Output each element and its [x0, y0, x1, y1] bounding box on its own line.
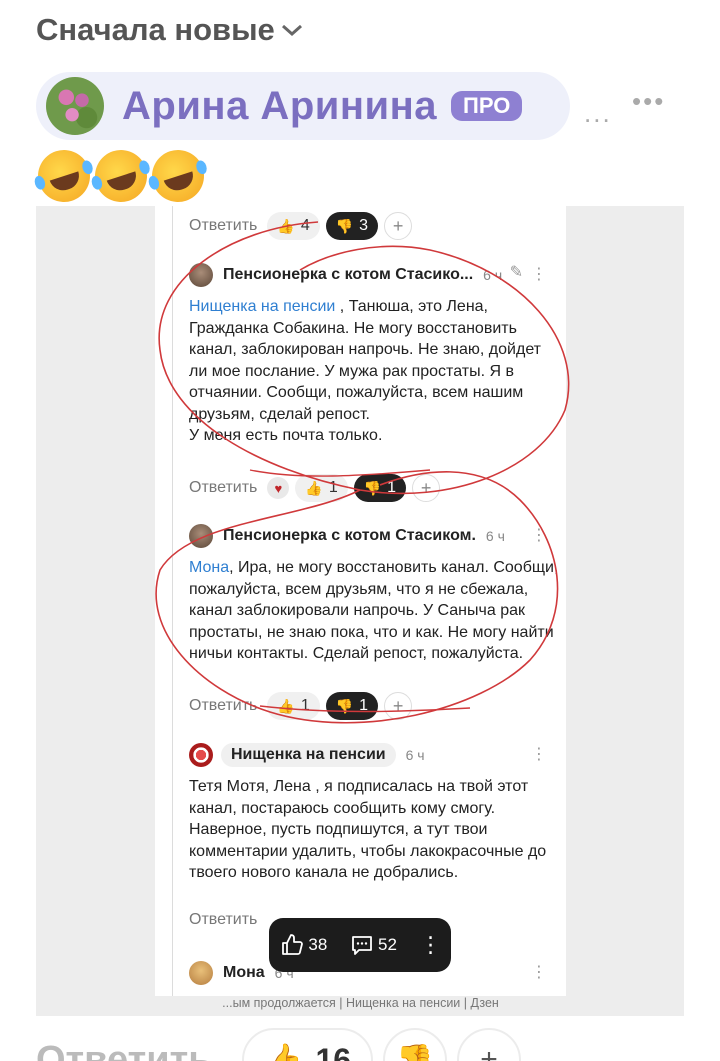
reaction-row: Ответить 👍 1 👎 1 +	[189, 692, 413, 720]
reply-button[interactable]: Ответить	[189, 911, 257, 929]
add-reaction-button[interactable]: +	[412, 474, 441, 502]
rolling-laughing-emoji-icon	[88, 143, 154, 209]
dislike-count: 1	[387, 479, 397, 496]
comment-text: Тетя Мотя, Лена , я подписалась на твой …	[189, 778, 547, 881]
dislike-chip[interactable]: 👎 1	[325, 692, 379, 720]
comment-author-name[interactable]: Мона	[223, 964, 265, 982]
like-count: 16	[315, 1041, 352, 1061]
pencil-icon: ✎	[509, 264, 523, 281]
like-count: 4	[300, 217, 310, 234]
comment-item: Пенсионерка с котом Стасико... 6 ч ✎ ⋮ Н…	[189, 262, 559, 447]
sort-dropdown[interactable]: Сначала новые	[36, 12, 303, 48]
rolling-laughing-emoji-icon	[31, 143, 97, 209]
comment-item: Пенсионерка с котом Стасиком. 6 ч ⋮ Мона…	[189, 523, 559, 665]
kebab-menu-icon[interactable]: ⋮	[420, 932, 442, 958]
dislike-chip[interactable]: 👎 1	[353, 474, 407, 502]
comment-text-line: У меня есть почта только.	[189, 427, 383, 444]
dislike-count: 3	[359, 217, 369, 234]
sort-label: Сначала новые	[36, 12, 275, 47]
comment-count: 52	[378, 935, 397, 954]
thread-line	[172, 206, 173, 996]
thumbs-down-icon: 👎	[363, 479, 382, 496]
dislike-count: 1	[359, 697, 369, 714]
like-count: 1	[300, 697, 310, 714]
comment-time: 6 ч	[485, 528, 505, 544]
reply-button[interactable]: Ответить	[189, 697, 257, 715]
reply-button[interactable]: Ответить	[189, 479, 257, 497]
kebab-menu-icon[interactable]: ⋮	[531, 962, 547, 982]
avatar[interactable]	[189, 524, 213, 548]
avatar[interactable]	[189, 743, 213, 767]
reply-button[interactable]: Ответить	[36, 1039, 212, 1061]
kebab-menu-icon[interactable]: ⋮	[531, 525, 547, 545]
author-name[interactable]: Арина Аринина	[122, 84, 437, 129]
comment-icon	[352, 936, 372, 955]
reply-button[interactable]: Ответить	[189, 217, 257, 235]
comment-author[interactable]: Арина Аринина ПРО	[36, 72, 570, 140]
chevron-down-icon	[281, 24, 302, 37]
dislike-button[interactable]: 👎	[383, 1028, 448, 1061]
thumbs-up-icon	[282, 934, 304, 955]
dislike-chip[interactable]: 👎 3	[325, 212, 379, 240]
comments-button[interactable]: 52	[350, 933, 397, 957]
add-reaction-button[interactable]: +	[384, 212, 413, 240]
kebab-menu-icon[interactable]: ⋮	[531, 264, 547, 284]
comment-time: 6 ч	[483, 267, 503, 283]
comment-author-name[interactable]: Нищенка на пенсии	[221, 743, 396, 767]
kebab-menu-icon[interactable]: ⋮	[531, 744, 547, 764]
reaction-row: Ответить	[189, 911, 261, 929]
like-button[interactable]: 38	[280, 933, 327, 957]
thumbs-down-icon: 👎	[335, 217, 354, 234]
like-chip[interactable]: 👍 16	[241, 1028, 374, 1061]
ellipsis-icon: ...	[584, 98, 612, 128]
comment-text-body: , Ира, не могу восстановить канал. Сообщ…	[189, 559, 559, 662]
thumbs-up-icon: 👍	[305, 479, 323, 496]
avatar[interactable]	[189, 263, 213, 287]
reaction-row: Ответить ♥ 👍 1 👎 1 +	[189, 474, 441, 502]
avatar[interactable]	[189, 961, 213, 985]
thumbs-up-icon: 👍	[277, 217, 295, 234]
like-chip[interactable]: 👍 4	[267, 212, 320, 240]
comment-time: 6 ч	[405, 747, 425, 763]
comment-author-name[interactable]: Пенсионерка с котом Стасико...	[223, 266, 473, 284]
like-count: 38	[308, 935, 328, 954]
mention-link[interactable]: Нищенка на пенсии	[189, 298, 335, 315]
more-menu-button[interactable]: •••	[632, 86, 665, 117]
bottom-reaction-bar: Ответить 👍 16 👎 +	[36, 1028, 522, 1061]
like-chip[interactable]: 👍 1	[295, 474, 348, 502]
add-reaction-button[interactable]: +	[457, 1028, 522, 1061]
floating-action-bar: 38 52 ⋮	[269, 918, 451, 972]
author-heart-icon: ♥	[267, 477, 290, 499]
comment-emoji-text	[31, 143, 211, 209]
comment-item: Нищенка на пенсии 6 ч ⋮ Тетя Мотя, Лена …	[189, 742, 559, 884]
thumbs-up-icon: 👍	[263, 1042, 304, 1061]
comment-author-name[interactable]: Пенсионерка с котом Стасиком.	[223, 527, 476, 545]
comment-text: Мона, Ира, не могу восстановить канал. С…	[189, 557, 559, 665]
avatar[interactable]	[46, 77, 104, 135]
like-chip[interactable]: 👍 1	[267, 692, 320, 720]
add-reaction-button[interactable]: +	[384, 692, 413, 720]
pro-badge: ПРО	[451, 91, 523, 121]
reaction-row: Ответить 👍 4 👎 3 +	[189, 212, 413, 240]
comment-text-body: , Танюша, это Лена, Гражданка Собакина. …	[189, 298, 542, 423]
thumbs-down-icon: 👎	[335, 697, 354, 714]
like-count: 1	[328, 479, 338, 496]
thumbs-up-icon: 👍	[277, 697, 295, 714]
comment-text: Нищенка на пенсии , Танюша, это Лена, Гр…	[189, 296, 559, 447]
mention-link[interactable]: Мона	[189, 559, 229, 576]
source-caption: ...ым продолжается | Нищенка на пенсии |…	[222, 996, 499, 1010]
rolling-laughing-emoji-icon	[145, 143, 211, 209]
thumbs-down-icon: 👎	[396, 1043, 434, 1061]
